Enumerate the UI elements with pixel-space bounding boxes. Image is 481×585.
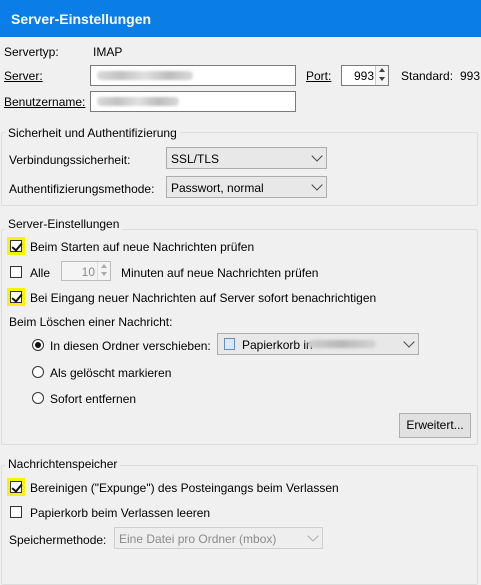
username-label: Benutzername:	[4, 95, 86, 109]
connection-security-value: SSL/TLS	[171, 152, 220, 166]
minutes-suffix-label: Minuten auf neue Nachrichten prüfen	[121, 266, 319, 280]
username-input[interactable]	[90, 91, 296, 112]
redacted-username-text	[97, 97, 179, 106]
target-folder-value: Papierkorb in	[242, 338, 313, 352]
server-type-value: IMAP	[93, 45, 123, 59]
check-on-start-label: Beim Starten auf neue Nachrichten prüfen	[30, 240, 255, 254]
minutes-spinner[interactable]	[97, 262, 110, 280]
minutes-value: 10	[81, 265, 95, 279]
chevron-down-icon	[307, 530, 319, 542]
delete-immediately-radio[interactable]	[32, 392, 44, 404]
trash-icon	[224, 338, 235, 350]
mark-deleted-label: Als gelöscht markieren	[50, 366, 172, 380]
every-label: Alle	[30, 266, 51, 280]
page-title: Server-Einstellungen	[11, 11, 152, 27]
redacted-account-text	[308, 340, 376, 348]
chevron-down-icon	[403, 336, 415, 348]
auth-method-value: Passwort, normal	[171, 181, 264, 195]
delete-immediately-label: Sofort entfernen	[50, 392, 137, 406]
port-value: 993	[353, 69, 374, 83]
check-on-start-checkbox[interactable]	[10, 240, 23, 252]
advanced-button[interactable]: Erweitert...	[399, 413, 471, 438]
auth-method-select[interactable]: Passwort, normal	[166, 176, 327, 198]
auth-method-label: Authentifizierungsmethode:	[9, 182, 155, 196]
notify-checkbox[interactable]	[10, 291, 23, 303]
target-folder-select[interactable]: Papierkorb in	[217, 333, 419, 355]
server-settings-legend: Server-Einstellungen	[5, 217, 123, 231]
move-to-folder-label: In diesen Ordner verschieben:	[50, 339, 211, 353]
standard-value: 993	[460, 69, 481, 83]
radio-dot	[35, 342, 41, 348]
checkmark-icon	[11, 240, 23, 252]
chevron-down-icon	[311, 179, 323, 191]
empty-trash-checkbox[interactable]	[10, 506, 22, 518]
server-input[interactable]	[90, 65, 296, 86]
expunge-checkbox[interactable]	[10, 481, 23, 493]
storage-legend: Nachrichtenspeicher	[5, 457, 121, 471]
connection-security-label: Verbindungssicherheit:	[9, 153, 131, 167]
checkmark-icon	[11, 481, 23, 493]
server-label: Server:	[4, 69, 43, 83]
port-label: Port:	[306, 69, 332, 83]
storage-method-select[interactable]: Eine Datei pro Ordner (mbox)	[114, 527, 323, 549]
empty-trash-label: Papierkorb beim Verlassen leeren	[30, 506, 211, 520]
chevron-down-icon	[311, 150, 323, 162]
port-input[interactable]: 993	[341, 65, 389, 86]
server-type-label: Servertyp:	[4, 45, 59, 59]
spinner-up-icon[interactable]	[101, 264, 107, 268]
standard-label: Standard:	[401, 69, 454, 83]
move-to-folder-radio[interactable]	[32, 339, 44, 351]
storage-method-value: Eine Datei pro Ordner (mbox)	[119, 532, 277, 546]
spinner-down-icon[interactable]	[379, 77, 385, 81]
security-legend: Sicherheit und Authentifizierung	[5, 126, 180, 140]
every-checkbox[interactable]	[10, 266, 22, 278]
spinner-down-icon[interactable]	[101, 272, 107, 276]
expunge-label: Bereinigen ("Expunge") des Posteingangs …	[30, 481, 339, 495]
checkmark-icon	[11, 291, 23, 303]
redacted-server-text	[97, 71, 193, 80]
minutes-input[interactable]: 10	[61, 261, 111, 281]
mark-deleted-radio[interactable]	[32, 366, 44, 378]
port-spinner[interactable]	[375, 66, 388, 85]
notify-label: Bei Eingang neuer Nachrichten auf Server…	[30, 291, 377, 305]
storage-method-label: Speichermethode:	[9, 533, 107, 547]
spinner-up-icon[interactable]	[379, 68, 385, 72]
connection-security-select[interactable]: SSL/TLS	[166, 147, 327, 169]
delete-behavior-label: Beim Löschen einer Nachricht:	[9, 315, 173, 329]
